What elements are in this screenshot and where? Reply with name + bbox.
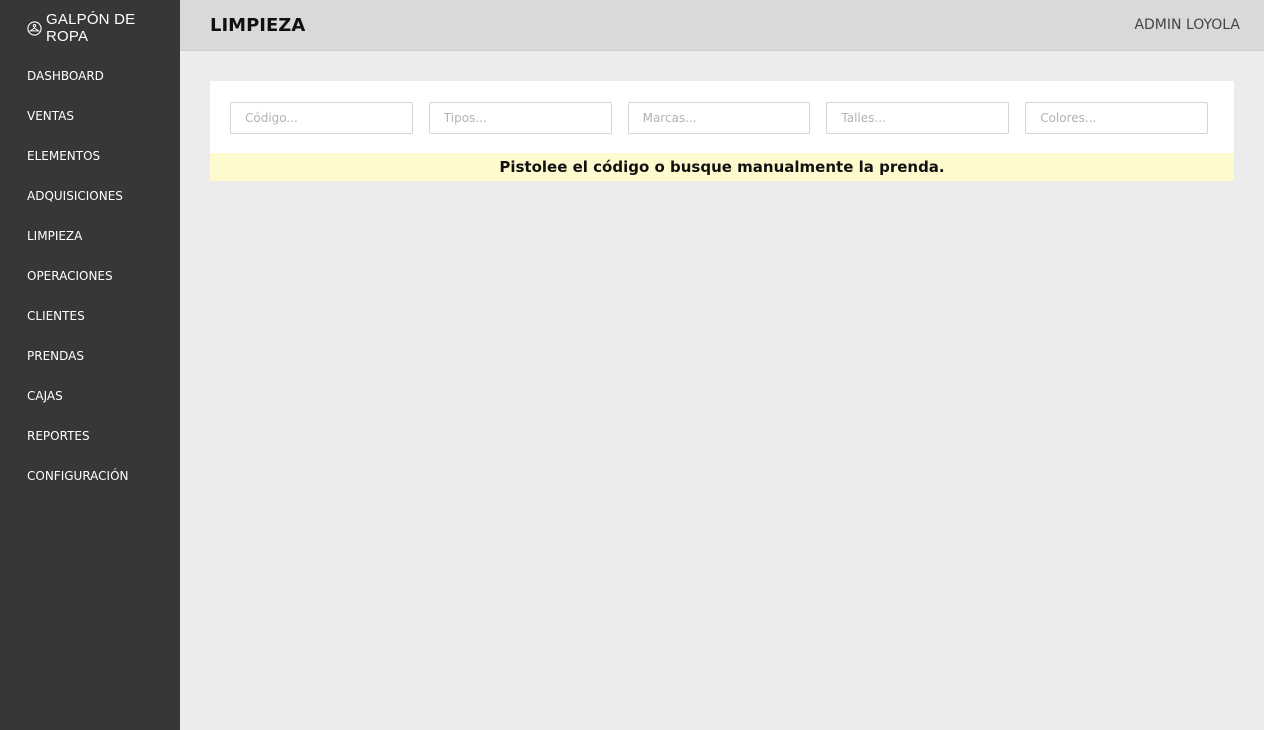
sidebar-item-clientes[interactable]: CLIENTES	[0, 296, 180, 336]
sidebar-item-label: OPERACIONES	[27, 269, 113, 283]
sidebar-item-configuracion[interactable]: CONFIGURACIÓN	[0, 456, 180, 496]
colores-input[interactable]	[1025, 102, 1208, 134]
sidebar-item-operaciones[interactable]: OPERACIONES	[0, 256, 180, 296]
sidebar: GALPÓN DE ROPA DASHBOARD VENTAS ELEMENTO…	[0, 0, 180, 730]
tipos-input[interactable]	[428, 102, 612, 134]
marcas-input[interactable]	[627, 102, 811, 134]
sidebar-item-prendas[interactable]: PRENDAS	[0, 336, 180, 376]
sidebar-item-label: ELEMENTOS	[27, 149, 101, 163]
sidebar-item-dashboard[interactable]: DASHBOARD	[0, 56, 180, 96]
content: Pistolee el código o busque manualmente …	[180, 51, 1264, 211]
top-bar: LIMPIEZA ADMIN LOYOLA	[180, 0, 1264, 51]
sidebar-item-elementos[interactable]: ELEMENTOS	[0, 136, 180, 176]
sidebar-item-label: LIMPIEZA	[27, 229, 83, 243]
brand-logo[interactable]: GALPÓN DE ROPA	[0, 0, 180, 56]
sidebar-nav: DASHBOARD VENTAS ELEMENTOS ADQUISICIONES…	[0, 56, 180, 496]
main-area: LIMPIEZA ADMIN LOYOLA Pistolee el código…	[180, 0, 1264, 730]
hanger-icon	[27, 20, 42, 36]
brand-name: GALPÓN DE ROPA	[46, 11, 136, 45]
sidebar-item-adquisiciones[interactable]: ADQUISICIONES	[0, 176, 180, 216]
sidebar-item-label: VENTAS	[27, 109, 74, 123]
app: GALPÓN DE ROPA DASHBOARD VENTAS ELEMENTO…	[0, 0, 1264, 730]
sidebar-item-label: ADQUISICIONES	[27, 189, 123, 203]
codigo-input[interactable]	[230, 102, 413, 134]
sidebar-item-label: CONFIGURACIÓN	[27, 469, 129, 483]
user-menu[interactable]: ADMIN LOYOLA	[1134, 17, 1240, 33]
scan-notice: Pistolee el código o busque manualmente …	[210, 153, 1234, 181]
filter-bar	[210, 81, 1234, 153]
talles-input[interactable]	[826, 102, 1010, 134]
sidebar-item-label: DASHBOARD	[27, 69, 104, 83]
page-title: LIMPIEZA	[210, 14, 306, 36]
sidebar-item-ventas[interactable]: VENTAS	[0, 96, 180, 136]
search-panel: Pistolee el código o busque manualmente …	[210, 81, 1234, 181]
sidebar-item-label: CLIENTES	[27, 309, 85, 323]
sidebar-item-label: REPORTES	[27, 429, 90, 443]
sidebar-item-label: PRENDAS	[27, 349, 84, 363]
sidebar-item-label: CAJAS	[27, 389, 63, 403]
sidebar-item-reportes[interactable]: REPORTES	[0, 416, 180, 456]
sidebar-item-limpieza[interactable]: LIMPIEZA	[0, 216, 180, 256]
scan-notice-text: Pistolee el código o busque manualmente …	[499, 158, 945, 176]
sidebar-item-cajas[interactable]: CAJAS	[0, 376, 180, 416]
